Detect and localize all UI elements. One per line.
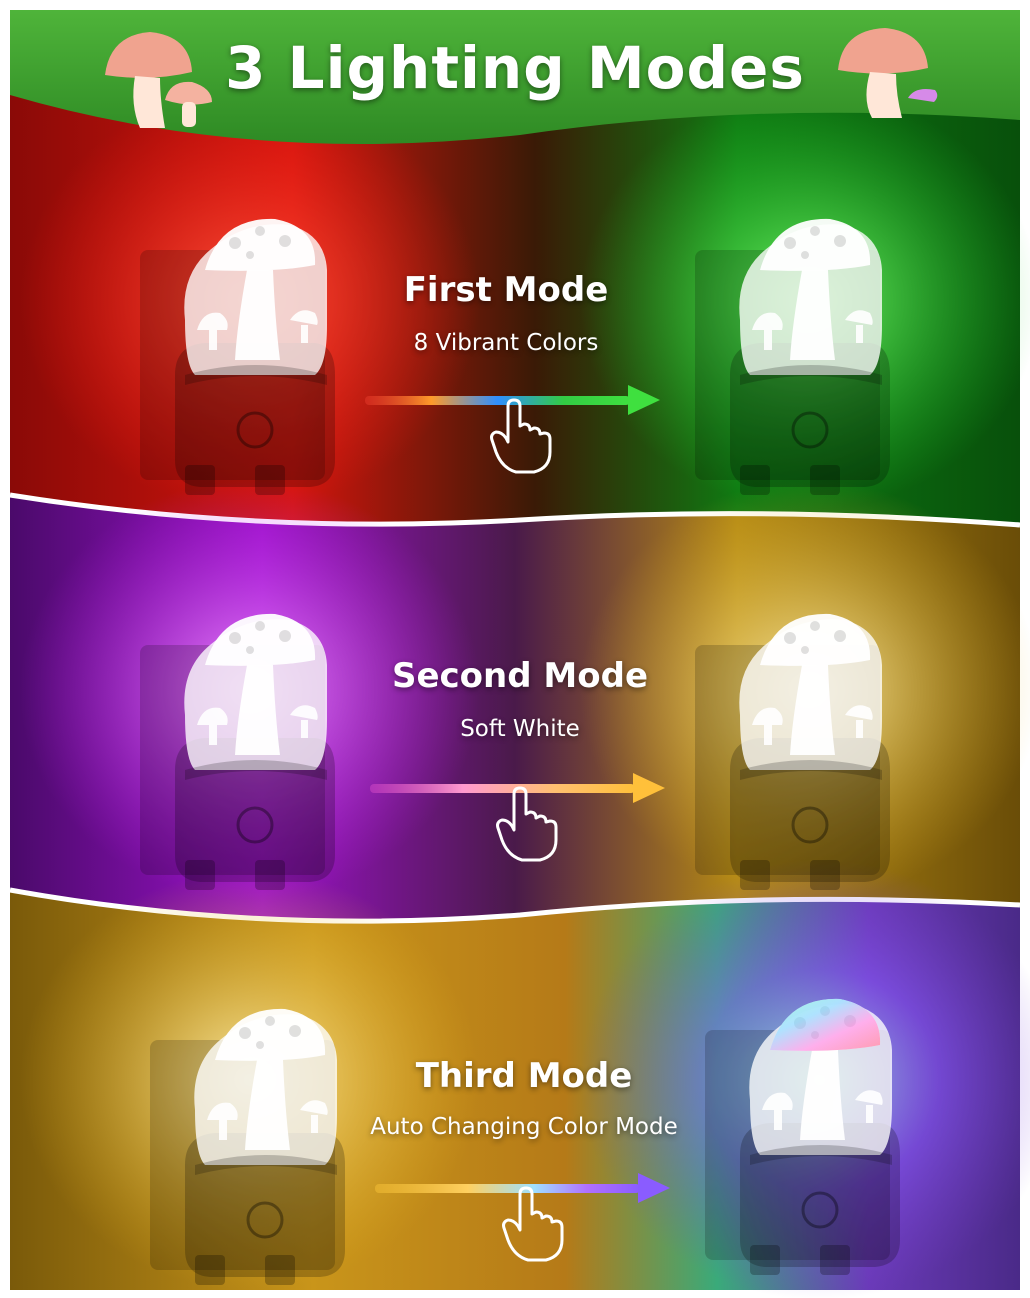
mode-3-subtitle: Auto Changing Color Mode [370, 1114, 678, 1140]
artwork [9, 10, 1030, 1298]
banner-title: 3 Lighting Modes [225, 34, 805, 102]
mode-2-subtitle: Soft White [460, 716, 580, 742]
mode-1-title: First Mode [403, 270, 609, 310]
mode-3-title: Third Mode [415, 1056, 633, 1096]
night-light-purple [138, 612, 337, 892]
mode-2-title: Second Mode [391, 656, 649, 696]
product-infographic: 3 Lighting Modes First Mode 8 Vibrant Co… [0, 0, 1030, 1298]
night-light-green [693, 217, 892, 497]
night-light-warm-yellow [148, 1007, 347, 1287]
night-light-red [138, 217, 337, 497]
mode-1-subtitle: 8 Vibrant Colors [413, 330, 599, 356]
